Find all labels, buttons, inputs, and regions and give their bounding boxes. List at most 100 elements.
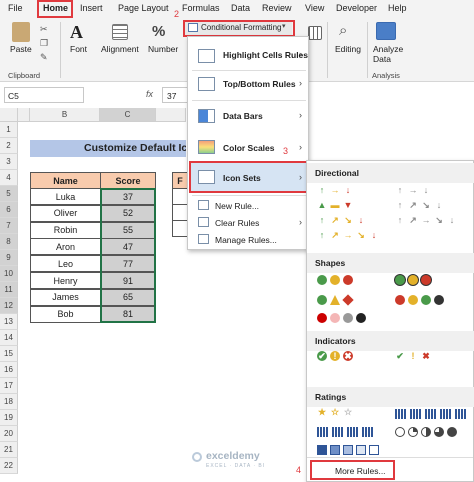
select-all-corner[interactable] <box>0 108 18 122</box>
row-header[interactable]: 22 <box>0 458 18 474</box>
analyze-data-button[interactable]: Analyze Data <box>373 44 403 64</box>
table-cell-score[interactable]: 52 <box>100 204 156 222</box>
number-button[interactable]: Number <box>148 44 178 54</box>
icon-set-5-arrows[interactable]: ↑ ↗ → ↘ ↓ <box>317 230 382 240</box>
icon-set-4-traffic-lights[interactable] <box>395 295 447 305</box>
menu-item-top-bottom-rules[interactable]: Top/Bottom Rules <box>223 79 296 89</box>
menu-item-highlight-cells-rules[interactable]: Highlight Cells Rules <box>223 50 308 60</box>
group-label-clipboard: Clipboard <box>8 71 41 80</box>
menu-item-data-bars[interactable]: Data Bars <box>223 111 263 121</box>
row-header[interactable]: 17 <box>0 378 18 394</box>
row-header[interactable]: 21 <box>0 442 18 458</box>
row-header[interactable]: 2 <box>0 138 18 154</box>
icon-glyph <box>342 294 354 306</box>
table-cell-name[interactable]: Oliver <box>30 204 101 222</box>
name-box[interactable]: C5 <box>4 87 84 103</box>
row-header[interactable]: 20 <box>0 426 18 442</box>
table-cell-name[interactable]: Aron <box>30 238 101 256</box>
row-header[interactable]: 3 <box>0 154 18 170</box>
table-cell-name[interactable]: James <box>30 288 101 306</box>
icon-set-red-to-black[interactable] <box>317 313 369 323</box>
row-header[interactable]: 6 <box>0 202 18 218</box>
icon-glyph <box>447 427 457 437</box>
table-cell-score[interactable]: 65 <box>100 288 156 306</box>
menu-item-manage-rules[interactable]: Manage Rules... <box>215 235 277 245</box>
column-header-b[interactable]: B <box>30 108 100 122</box>
font-button[interactable]: Font <box>70 44 87 54</box>
table-header-name[interactable]: Name <box>30 172 101 189</box>
table-cell-score[interactable]: 55 <box>100 221 156 239</box>
row-header[interactable]: 11 <box>0 282 18 298</box>
table-cell-score[interactable]: 37 <box>100 188 156 205</box>
row-header[interactable]: 14 <box>0 330 18 346</box>
icon-set-4-arrows-gray[interactable]: ↑ ↗ ↘ ↓ <box>395 200 447 210</box>
tab-view[interactable]: View <box>305 3 324 13</box>
table-cell-score[interactable]: 81 <box>100 305 156 323</box>
format-painter-icon[interactable]: ✎ <box>40 52 48 63</box>
icon-set-3-symbols[interactable]: ✔! ✖ <box>395 351 434 361</box>
icon-set-3-symbols-circled[interactable]: ✔! ✖ <box>317 351 356 361</box>
icon-set-5-boxes[interactable] <box>317 445 382 455</box>
cut-icon[interactable]: ✂ <box>40 24 48 35</box>
table-cell-score[interactable]: 47 <box>100 238 156 256</box>
icon-glyph <box>408 427 418 437</box>
icon-set-4-ratings[interactable] <box>317 427 377 437</box>
row-header[interactable]: 12 <box>0 298 18 314</box>
icon-set-5-quarters[interactable] <box>395 427 460 437</box>
icon-set-3-stars[interactable]: ★ ☆ ☆ <box>317 407 356 417</box>
icon-glyph <box>455 409 467 419</box>
row-header[interactable]: 16 <box>0 362 18 378</box>
icon-set-4-arrows[interactable]: ↑ ↗ ↘ ↓ <box>317 215 369 225</box>
tab-page-layout[interactable]: Page Layout <box>118 3 169 13</box>
icon-glyph: ! <box>411 351 415 361</box>
row-header[interactable]: 7 <box>0 218 18 234</box>
row-header[interactable]: 19 <box>0 410 18 426</box>
table-cell-name[interactable]: Robin <box>30 221 101 239</box>
row-header[interactable]: 10 <box>0 266 18 282</box>
icon-set-3-arrows[interactable]: ↑ → ↓ <box>317 185 356 195</box>
icon-set-3-traffic-lights-rimmed[interactable] <box>395 275 434 285</box>
table-header-score[interactable]: Score <box>100 172 156 189</box>
column-header-c[interactable]: C <box>100 108 156 122</box>
tab-review[interactable]: Review <box>262 3 292 13</box>
tab-help[interactable]: Help <box>388 3 407 13</box>
tab-formulas[interactable]: Formulas <box>182 3 220 13</box>
tab-insert[interactable]: Insert <box>80 3 103 13</box>
row-header[interactable]: 1 <box>0 122 18 138</box>
icon-set-3-triangles[interactable]: ▲ ▬ ▼ <box>317 200 356 210</box>
menu-item-clear-rules[interactable]: Clear Rules <box>215 218 259 228</box>
row-header[interactable]: 18 <box>0 394 18 410</box>
menu-item-color-scales[interactable]: Color Scales <box>223 143 275 153</box>
menu-item-new-rule[interactable]: New Rule... <box>215 201 259 211</box>
row-header[interactable]: 4 <box>0 170 18 186</box>
row-header[interactable]: 9 <box>0 250 18 266</box>
icon-set-5-arrows-gray[interactable]: ↑ ↗ → ↘ ↓ <box>395 215 460 225</box>
formula-input[interactable]: 37 <box>162 87 188 103</box>
row-header[interactable]: 13 <box>0 314 18 330</box>
table-cell-score[interactable]: 91 <box>100 272 156 289</box>
icon-set-3-traffic-lights[interactable] <box>317 275 356 285</box>
row-header[interactable]: 8 <box>0 234 18 250</box>
table-cell-name[interactable]: Bob <box>30 305 101 323</box>
row-header[interactable]: 5 <box>0 186 18 202</box>
table-cell-score[interactable]: 77 <box>100 255 156 273</box>
column-header[interactable] <box>156 108 186 122</box>
icon-glyph: ★ <box>317 407 327 417</box>
table-cell-name[interactable]: Henry <box>30 272 101 289</box>
editing-button[interactable]: Editing <box>335 44 361 54</box>
table-cell-name[interactable]: Luka <box>30 188 101 205</box>
section-header-directional: Directional <box>307 163 474 183</box>
row-header[interactable]: 15 <box>0 346 18 362</box>
icon-glyph: ↘ <box>422 200 430 210</box>
tab-developer[interactable]: Developer <box>336 3 377 13</box>
tab-data[interactable]: Data <box>231 3 250 13</box>
tab-file[interactable]: File <box>8 3 23 13</box>
icon-set-3-signs[interactable] <box>317 294 356 306</box>
paste-button[interactable]: Paste <box>10 44 32 54</box>
table-cell-name[interactable]: Leo <box>30 255 101 273</box>
column-header-a[interactable] <box>18 108 30 122</box>
icon-set-3-arrows-gray[interactable]: ↑ → ↓ <box>395 185 434 195</box>
icon-set-5-ratings[interactable] <box>395 409 470 419</box>
copy-icon[interactable]: ❐ <box>40 38 48 49</box>
alignment-button[interactable]: Alignment <box>101 44 139 54</box>
